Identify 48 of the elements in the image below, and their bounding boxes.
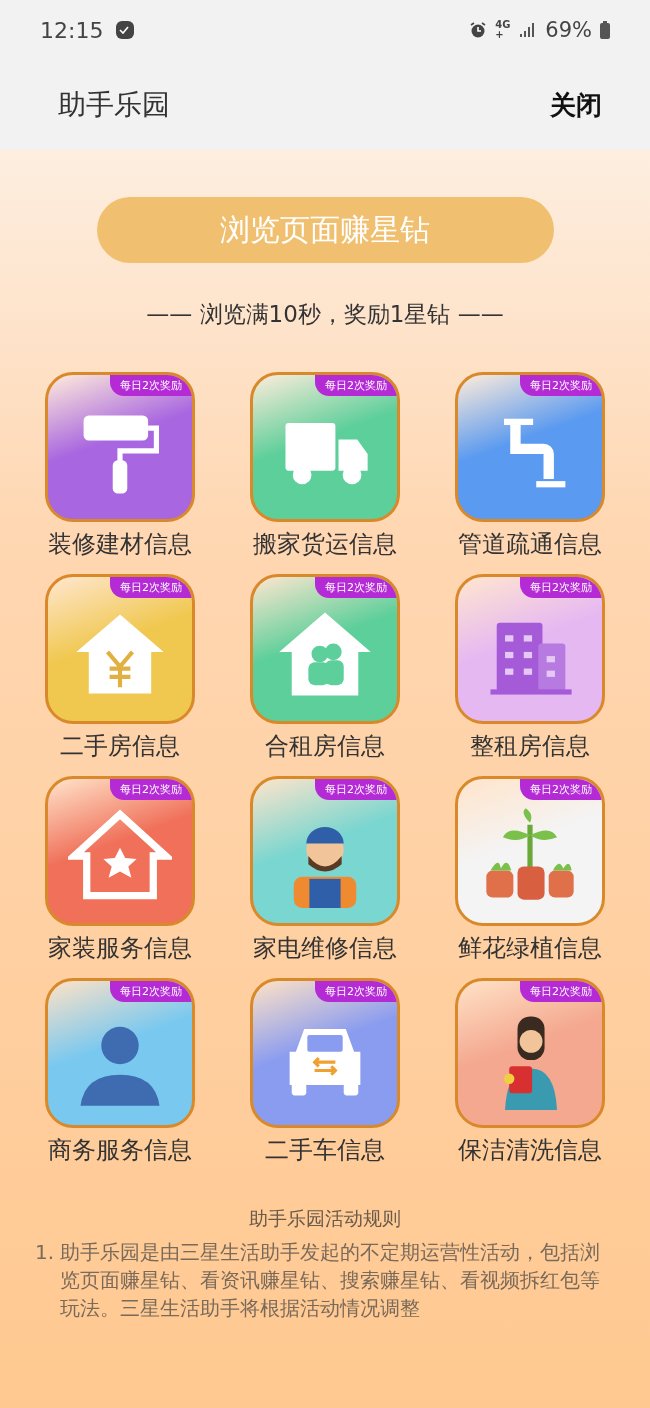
reward-badge: 每日2次奖励	[315, 981, 397, 1002]
notification-icon	[115, 20, 136, 40]
service-tile[interactable]: 每日2次奖励	[250, 574, 400, 724]
service-tile[interactable]: 每日2次奖励	[455, 574, 605, 724]
reward-badge: 每日2次奖励	[110, 981, 192, 1002]
network-type: 4G+	[495, 20, 512, 40]
tile-label: 合租房信息	[265, 731, 385, 762]
service-tile[interactable]: 每日2次奖励	[45, 372, 195, 522]
tile-label: 二手车信息	[265, 1135, 385, 1166]
reward-badge: 每日2次奖励	[315, 375, 397, 396]
tile-label: 装修建材信息	[48, 529, 192, 560]
service-tile[interactable]: 每日2次奖励	[455, 372, 605, 522]
tile-label: 家装服务信息	[48, 933, 192, 964]
tile-label: 二手房信息	[60, 731, 180, 762]
rule-number: 1.	[35, 1239, 55, 1266]
reward-badge: 每日2次奖励	[520, 577, 602, 598]
tile-label: 保洁清洗信息	[458, 1135, 602, 1166]
reward-badge: 每日2次奖励	[110, 779, 192, 800]
reward-badge: 每日2次奖励	[520, 375, 602, 396]
reward-badge: 每日2次奖励	[110, 375, 192, 396]
battery-percent: 69%	[545, 18, 592, 42]
tile-label: 家电维修信息	[253, 933, 397, 964]
reward-badge: 每日2次奖励	[315, 577, 397, 598]
service-tile[interactable]: 每日2次奖励	[455, 776, 605, 926]
reward-badge: 每日2次奖励	[520, 981, 602, 1002]
status-time: 12:15	[40, 17, 104, 43]
tile-label: 整租房信息	[470, 731, 590, 762]
tile-label: 鲜花绿植信息	[458, 933, 602, 964]
service-tile[interactable]: 每日2次奖励	[45, 978, 195, 1128]
service-tile[interactable]: 每日2次奖励	[455, 978, 605, 1128]
alarm-icon	[469, 21, 488, 39]
reward-badge: 每日2次奖励	[520, 779, 602, 800]
tile-label: 管道疏通信息	[458, 529, 602, 560]
tile-label: 搬家货运信息	[253, 529, 397, 560]
close-button[interactable]: 关闭	[550, 87, 602, 123]
reward-subtitle: —— 浏览满10秒，奖励1星钻 ——	[146, 300, 504, 329]
service-tile[interactable]: 每日2次奖励	[45, 574, 195, 724]
service-tile[interactable]: 每日2次奖励	[45, 776, 195, 926]
reward-badge: 每日2次奖励	[110, 577, 192, 598]
service-tile[interactable]: 每日2次奖励	[250, 978, 400, 1128]
rules-title: 助手乐园活动规则	[249, 1206, 401, 1231]
service-tile[interactable]: 每日2次奖励	[250, 776, 400, 926]
tile-label: 商务服务信息	[48, 1135, 192, 1166]
page-title: 助手乐园	[58, 87, 170, 123]
service-tile[interactable]: 每日2次奖励	[250, 372, 400, 522]
battery-icon	[600, 21, 610, 39]
reward-badge: 每日2次奖励	[315, 779, 397, 800]
rule-text: 助手乐园是由三星生活助手发起的不定期运营性活动，包括浏览页面赚星钻、看资讯赚星钻、搜索赚星钻、看视频拆红包等玩法。三星生活助手将根据活动情况调整	[60, 1239, 602, 1322]
